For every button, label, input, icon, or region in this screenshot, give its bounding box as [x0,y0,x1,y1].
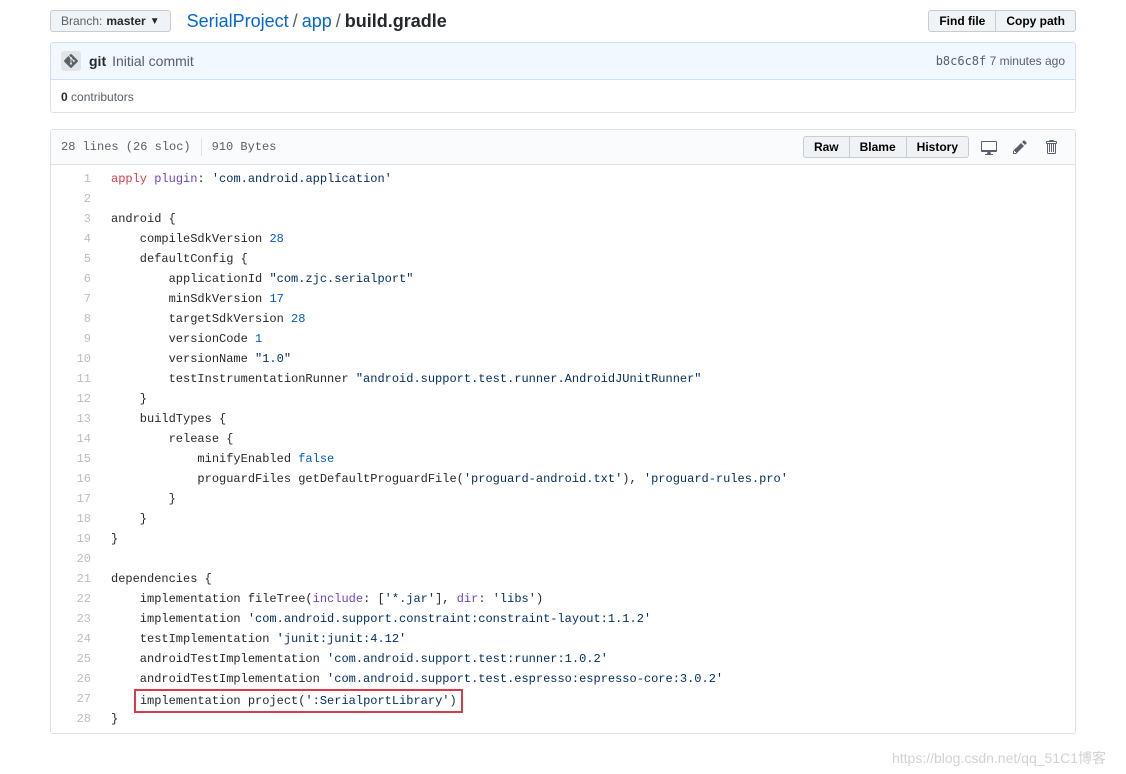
file-box: 28 lines (26 sloc) 910 Bytes Raw Blame H… [50,129,1076,734]
line-number[interactable]: 25 [51,649,91,669]
code-line: } [101,389,1075,409]
file-info: 28 lines (26 sloc) 910 Bytes [61,138,276,156]
code-line: versionName "1.0" [101,349,1075,369]
code-line: defaultConfig { [101,249,1075,269]
code-line: minifyEnabled false [101,449,1075,469]
code-line: release { [101,429,1075,449]
contributors-box: 0 contributors [50,80,1076,113]
line-number[interactable]: 16 [51,469,91,489]
code-line: versionCode 1 [101,329,1075,349]
commit-sha[interactable]: b8c6c8f [936,54,987,68]
line-number[interactable]: 5 [51,249,91,269]
code-line: minSdkVersion 17 [101,289,1075,309]
code-line: } [101,509,1075,529]
line-number[interactable]: 10 [51,349,91,369]
file-lines: 28 lines (26 sloc) [61,140,191,154]
line-numbers: 1234567891011121314151617181920212223242… [51,165,101,733]
code-line [101,549,1075,569]
code-line: testInstrumentationRunner "android.suppo… [101,369,1075,389]
code-line: compileSdkVersion 28 [101,229,1075,249]
branch-label: Branch: [61,14,102,28]
file-nav-buttons: Find file Copy path [928,10,1076,32]
line-number[interactable]: 9 [51,329,91,349]
commit-meta: b8c6c8f 7 minutes ago [936,54,1065,68]
commit-tease: git Initial commit b8c6c8f 7 minutes ago [50,42,1076,80]
trash-icon[interactable] [1041,135,1065,159]
file-navigation: Branch: master ▼ SerialProject/app/build… [50,10,1076,32]
git-icon [64,54,78,68]
raw-button[interactable]: Raw [803,136,849,158]
code-line: androidTestImplementation 'com.android.s… [101,669,1075,689]
code-line: androidTestImplementation 'com.android.s… [101,649,1075,669]
line-number[interactable]: 20 [51,549,91,569]
branch-name: master [106,14,145,28]
code-line: } [101,489,1075,509]
line-number[interactable]: 27 [51,689,91,709]
line-number[interactable]: 28 [51,709,91,729]
avatar [61,51,81,71]
line-number[interactable]: 18 [51,509,91,529]
line-number[interactable]: 19 [51,529,91,549]
breadcrumb-app-link[interactable]: app [302,11,332,31]
line-number[interactable]: 15 [51,449,91,469]
code-line: } [101,529,1075,549]
code-line: applicationId "com.zjc.serialport" [101,269,1075,289]
breadcrumb-current: build.gradle [345,11,447,31]
divider [201,138,202,156]
code-line: proguardFiles getDefaultProguardFile('pr… [101,469,1075,489]
code-line: android { [101,209,1075,229]
code-line: targetSdkVersion 28 [101,309,1075,329]
line-number[interactable]: 24 [51,629,91,649]
code-area: 1234567891011121314151617181920212223242… [51,165,1075,733]
commit-author[interactable]: git [89,53,106,69]
code-lines: apply plugin: 'com.android.application' … [101,165,1075,733]
line-number[interactable]: 7 [51,289,91,309]
line-number[interactable]: 26 [51,669,91,689]
line-number[interactable]: 3 [51,209,91,229]
code-line: implementation project(':SerialportLibra… [101,689,1075,709]
contributors-count: 0 [61,90,68,104]
chevron-down-icon: ▼ [150,16,160,27]
code-line: testImplementation 'junit:junit:4.12' [101,629,1075,649]
line-number[interactable]: 22 [51,589,91,609]
contributors-link[interactable]: 0 contributors [61,90,134,104]
watermark: https://blog.csdn.net/qq_51C1博客 [892,748,1106,768]
line-number[interactable]: 4 [51,229,91,249]
find-file-button[interactable]: Find file [928,10,995,32]
commit-message[interactable]: Initial commit [112,53,194,69]
desktop-icon[interactable] [977,135,1001,159]
code-line: buildTypes { [101,409,1075,429]
copy-path-button[interactable]: Copy path [995,10,1076,32]
line-number[interactable]: 13 [51,409,91,429]
file-actions: Raw Blame History [803,135,1065,159]
code-line: implementation 'com.android.support.cons… [101,609,1075,629]
line-number[interactable]: 17 [51,489,91,509]
code-line [101,189,1075,209]
branch-select-button[interactable]: Branch: master ▼ [50,10,171,32]
commit-time: 7 minutes ago [990,54,1065,68]
line-number[interactable]: 23 [51,609,91,629]
code-line: apply plugin: 'com.android.application' [101,169,1075,189]
breadcrumb-root-link[interactable]: SerialProject [187,11,289,31]
line-number[interactable]: 8 [51,309,91,329]
file-size: 910 Bytes [212,140,277,154]
line-number[interactable]: 14 [51,429,91,449]
line-number[interactable]: 2 [51,189,91,209]
pencil-icon[interactable] [1009,135,1033,159]
line-number[interactable]: 6 [51,269,91,289]
breadcrumb: SerialProject/app/build.gradle [187,11,929,32]
commit-author-section: git Initial commit [61,51,194,71]
line-number[interactable]: 11 [51,369,91,389]
blob-actions: Raw Blame History [803,136,969,158]
code-line: dependencies { [101,569,1075,589]
file-header: 28 lines (26 sloc) 910 Bytes Raw Blame H… [51,130,1075,165]
history-button[interactable]: History [906,136,969,158]
code-line: implementation fileTree(include: ['*.jar… [101,589,1075,609]
contributors-label: contributors [68,90,134,104]
line-number[interactable]: 12 [51,389,91,409]
line-number[interactable]: 1 [51,169,91,189]
line-number[interactable]: 21 [51,569,91,589]
blame-button[interactable]: Blame [849,136,906,158]
